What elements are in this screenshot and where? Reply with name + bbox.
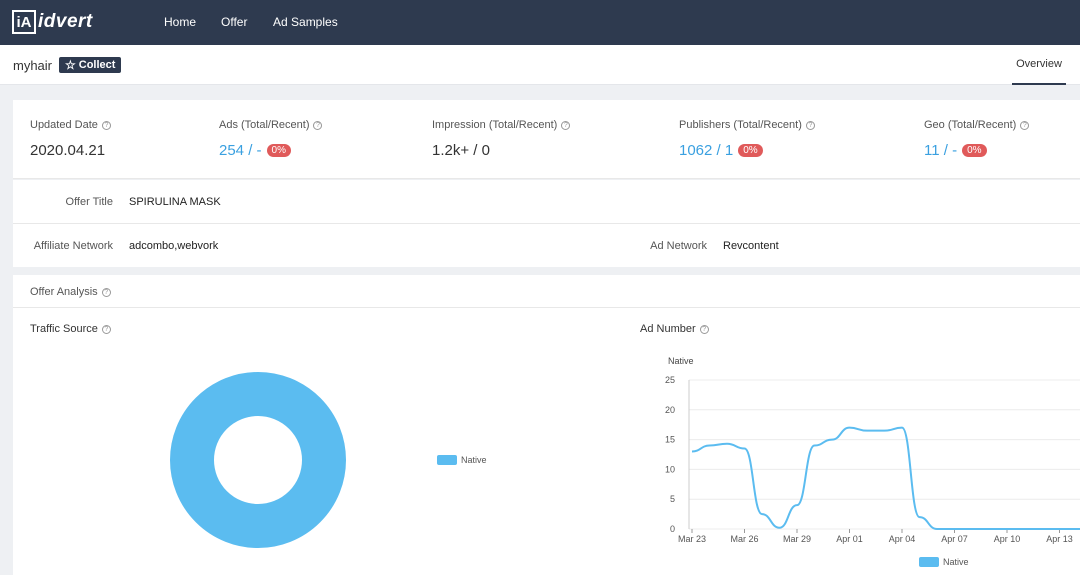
stat-value: 1.2k+ / 0: [432, 142, 490, 159]
change-badge: 0%: [738, 144, 763, 157]
series-line-native[interactable]: [691, 426, 1080, 530]
x-tick-label: Mar 26: [730, 534, 758, 544]
ad-network-label: Ad Network: [650, 240, 707, 252]
analysis-title: Offer Analysis: [30, 286, 98, 298]
stat-publishers: Publishers (Total/Recent)? 1062 / 1 0%: [679, 119, 815, 159]
x-tick-label: Apr 07: [941, 534, 968, 544]
help-icon[interactable]: ?: [805, 121, 815, 130]
donut-legend[interactable]: Native: [437, 455, 487, 465]
logo[interactable]: iA idvert: [12, 10, 93, 34]
legend-label: Native: [461, 455, 487, 465]
stat-value[interactable]: 1062 / 1: [679, 142, 733, 159]
x-tick-label: Apr 13: [1046, 534, 1073, 544]
y-tick-label: 15: [665, 435, 675, 445]
nav-ad-samples[interactable]: Ad Samples: [273, 15, 338, 29]
stat-ads: Ads (Total/Recent)? 254 / - 0%: [219, 119, 323, 159]
stat-label: Impression (Total/Recent): [432, 119, 558, 131]
top-nav: iA idvert Home Offer Ad Samples: [0, 0, 1080, 45]
stat-value[interactable]: 254 / -: [219, 142, 262, 159]
star-icon: ☆: [65, 58, 76, 72]
affiliate-network-value: adcombo,webvork: [129, 240, 219, 252]
y-tick-label: 25: [665, 375, 675, 385]
stat-value[interactable]: 11 / -: [924, 142, 957, 159]
stat-label: Updated Date: [30, 119, 98, 131]
analysis-header: Offer Analysis?: [13, 275, 1080, 308]
info-row-networks: Affiliate Network adcombo,webvork Ad Net…: [13, 224, 1080, 268]
traffic-source-chart: [170, 372, 346, 548]
collect-label: Collect: [78, 59, 116, 71]
stat-label: Geo (Total/Recent): [924, 119, 1017, 131]
nav-offer[interactable]: Offer: [221, 15, 247, 29]
nav-home[interactable]: Home: [164, 15, 196, 29]
help-icon[interactable]: ?: [101, 121, 111, 130]
donut-slice-native[interactable]: [170, 372, 346, 548]
stat-impression: Impression (Total/Recent)? 1.2k+ / 0: [432, 119, 571, 159]
x-tick-label: Mar 29: [783, 534, 811, 544]
offer-subbar: myhair ☆ Collect Overview: [0, 45, 1080, 85]
stats-card: Updated Date? 2020.04.21 Ads (Total/Rece…: [13, 100, 1080, 179]
help-icon[interactable]: ?: [561, 121, 571, 130]
stat-label: Publishers (Total/Recent): [679, 119, 802, 131]
offer-title-label: Offer Title: [65, 196, 113, 208]
y-tick-label: 20: [665, 405, 675, 415]
change-badge: 0%: [266, 144, 291, 157]
help-icon[interactable]: ?: [699, 325, 709, 334]
ad-number-chart: Native 0 5 10 15 20 25 Mar 23 Mar 26 Mar 29 Apr 01…: [665, 356, 1080, 567]
x-tick-label: Apr 04: [889, 534, 916, 544]
ad-number-title: Ad Number: [640, 323, 696, 335]
tab-overview[interactable]: Overview: [1012, 45, 1066, 85]
help-icon[interactable]: ?: [101, 288, 111, 297]
offer-info-card: Offer Title SPIRULINA MASK Affiliate Net…: [13, 180, 1080, 267]
y-tick-label: 0: [670, 524, 675, 534]
stat-updated-date: Updated Date? 2020.04.21: [30, 119, 111, 159]
help-icon[interactable]: ?: [101, 325, 111, 334]
offer-analysis-card: Offer Analysis? Traffic Source? Ad Numbe…: [13, 275, 1080, 575]
collect-button[interactable]: ☆ Collect: [59, 57, 122, 73]
help-icon[interactable]: ?: [313, 121, 323, 130]
y-tick-label: 10: [665, 464, 675, 474]
logo-text: idvert: [38, 11, 93, 32]
x-tick-label: Mar 23: [678, 534, 706, 544]
legend-swatch: [919, 557, 939, 567]
stat-geo: Geo (Total/Recent)? 11 / - 0%: [924, 119, 1030, 159]
x-tick-label: Apr 01: [836, 534, 863, 544]
brand-name: myhair: [13, 58, 53, 73]
legend-label: Native: [943, 557, 969, 567]
change-badge: 0%: [962, 144, 987, 157]
affiliate-network-label: Affiliate Network: [33, 240, 113, 252]
traffic-source-title: Traffic Source: [30, 323, 98, 335]
help-icon[interactable]: ?: [1020, 121, 1030, 130]
line-legend[interactable]: Native: [919, 557, 969, 567]
stat-value: 2020.04.21: [30, 142, 106, 159]
y-tick-label: 5: [670, 494, 675, 504]
x-tick-label: Apr 10: [994, 534, 1021, 544]
y-axis-label: Native: [668, 356, 694, 366]
stat-label: Ads (Total/Recent): [219, 119, 310, 131]
info-row-offer-title: Offer Title SPIRULINA MASK: [13, 180, 1080, 224]
ad-network-value: Revcontent: [723, 240, 779, 252]
legend-swatch: [437, 455, 457, 465]
offer-title-value: SPIRULINA MASK: [129, 196, 221, 208]
logo-mark: iA: [12, 10, 36, 34]
